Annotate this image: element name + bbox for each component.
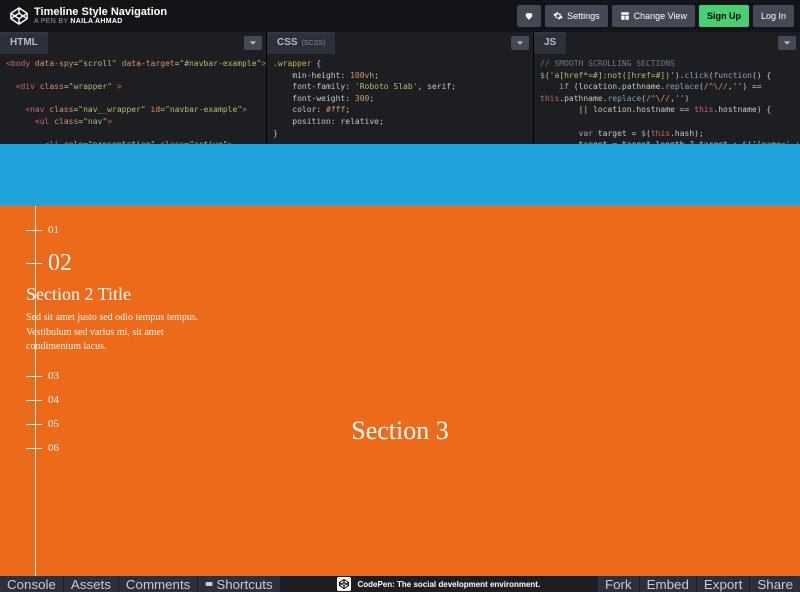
editor-html-header: HTML	[0, 32, 266, 54]
preview-section-heading: Section 3	[351, 416, 449, 446]
timeline-item-06[interactable]: 06	[26, 442, 59, 454]
shortcuts-button[interactable]: Shortcuts	[198, 576, 280, 592]
preview-pane: 01 02 Section 2 Title Sed sit amet justo…	[0, 144, 800, 576]
editor-js-code[interactable]: // SMOOTH SCROLLING SECTIONS $('a[href*=…	[534, 54, 800, 144]
editor-js: JS // SMOOTH SCROLLING SECTIONS $('a[hre…	[534, 32, 800, 144]
keyboard-icon	[205, 580, 213, 588]
timeline-active-title: Section 2 Title	[26, 284, 206, 305]
timeline-item-04[interactable]: 04	[26, 394, 59, 406]
editor-css-code[interactable]: .wrapper { min-height: 100vh; font-famil…	[267, 54, 533, 144]
codepen-logo-icon	[10, 7, 28, 25]
heart-button[interactable]	[517, 5, 541, 27]
console-button[interactable]: Console	[0, 576, 64, 592]
editor-css-tab[interactable]: CSS(SCSS)	[267, 32, 335, 54]
fork-button[interactable]: Fork	[597, 576, 639, 592]
settings-button[interactable]: Settings	[545, 5, 608, 27]
chevron-down-icon	[783, 39, 791, 47]
change-view-button[interactable]: Change View	[612, 5, 695, 27]
timeline-active-block: Section 2 Title Sed sit amet justo sed o…	[26, 284, 206, 355]
gear-icon	[553, 11, 563, 21]
author-link[interactable]: Naila Ahmad	[70, 18, 122, 25]
login-button[interactable]: Log In	[753, 5, 794, 27]
pen-byline: A PEN BY Naila Ahmad	[34, 18, 167, 25]
chevron-down-icon	[516, 39, 524, 47]
comments-button[interactable]: Comments	[119, 576, 198, 592]
editor-html-menu[interactable]	[244, 36, 262, 50]
heart-icon	[524, 11, 534, 21]
editor-html-code[interactable]: <body data-spy="scroll" data-target="#na…	[0, 54, 266, 144]
editor-js-tab[interactable]: JS	[534, 32, 566, 54]
layout-icon	[620, 11, 630, 21]
editor-js-header: JS	[534, 32, 800, 54]
editor-js-menu[interactable]	[778, 36, 796, 50]
footer-tagline: CodePen: The social development environm…	[281, 576, 597, 592]
pen-title: Timeline Style Navigation	[34, 7, 167, 19]
editor-row: HTML <body data-spy="scroll" data-target…	[0, 32, 800, 144]
export-button[interactable]: Export	[696, 576, 750, 592]
embed-button[interactable]: Embed	[639, 576, 696, 592]
chevron-down-icon	[249, 39, 257, 47]
header-bar: Timeline Style Navigation A PEN BY Naila…	[0, 0, 800, 32]
share-button[interactable]: Share	[749, 576, 800, 592]
codepen-badge-icon	[337, 577, 351, 591]
title-group: Timeline Style Navigation A PEN BY Naila…	[34, 7, 167, 26]
preview-top-strip	[0, 144, 800, 206]
editor-css-menu[interactable]	[511, 36, 529, 50]
assets-button[interactable]: Assets	[64, 576, 119, 592]
editor-html-tab[interactable]: HTML	[0, 32, 48, 54]
timeline-item-03[interactable]: 03	[26, 370, 59, 382]
footer-bar: Console Assets Comments Shortcuts CodePe…	[0, 576, 800, 592]
timeline-item-01[interactable]: 01	[26, 224, 59, 236]
editor-css-header: CSS(SCSS)	[267, 32, 533, 54]
timeline-item-05[interactable]: 05	[26, 418, 59, 430]
timeline-active-body: Sed sit amet justo sed odio tempus tempu…	[26, 311, 206, 355]
timeline-nav: 01 02 Section 2 Title Sed sit amet justo…	[26, 206, 216, 576]
timeline-item-02[interactable]: 02	[26, 250, 72, 277]
signup-button[interactable]: Sign Up	[699, 5, 749, 27]
editor-html: HTML <body data-spy="scroll" data-target…	[0, 32, 267, 144]
editor-css: CSS(SCSS) .wrapper { min-height: 100vh; …	[267, 32, 534, 144]
